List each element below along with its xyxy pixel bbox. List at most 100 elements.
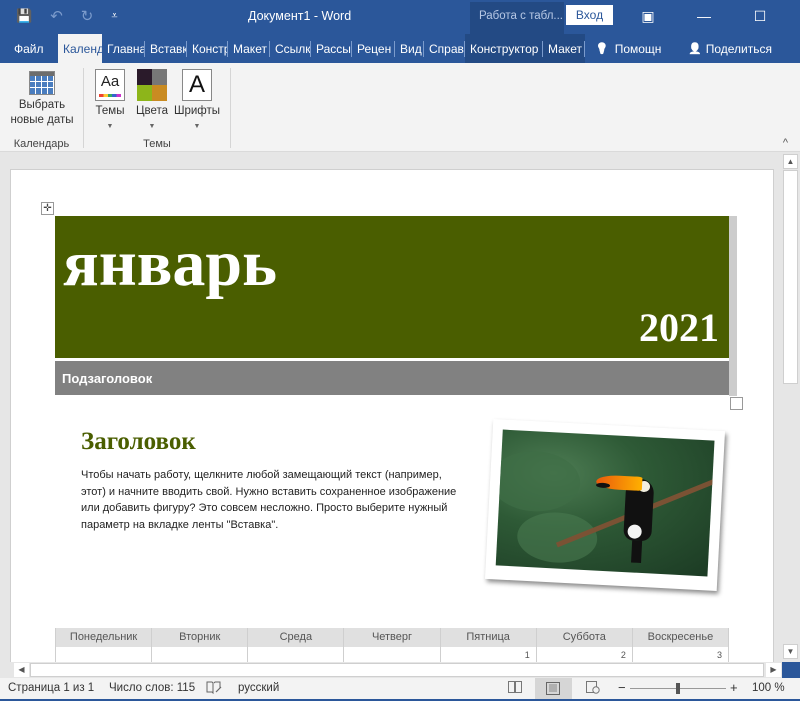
fonts-button[interactable]: A Шрифты ▼ [172,69,222,134]
tab-references[interactable]: Ссылк [270,34,311,63]
scroll-up-icon[interactable]: ▲ [783,154,798,169]
fonts-icon: A [182,69,212,101]
day-cell[interactable]: 2 [535,647,632,663]
minimize-button[interactable]: — [676,0,732,32]
quick-access-toolbar: 💾 ↶ ↻ ⩡ [16,7,118,25]
themes-button[interactable]: Aa Темы ▼ [92,69,128,134]
document-page[interactable]: ✛ январь 2021 Подзаголовок Заголовок Что… [10,169,774,669]
document-area: ✛ январь 2021 Подзаголовок Заголовок Что… [0,152,782,669]
toucan-photo[interactable] [484,419,726,591]
ribbon-tabs: Файл Календ Главна Вставк Констр Макет С… [0,34,800,63]
table-end-marker [729,216,737,396]
close-button[interactable]: ✕ [788,0,800,32]
tab-layout[interactable]: Макет [228,34,270,63]
colors-label: Цвета [135,105,169,117]
subtitle[interactable]: Подзаголовок [55,361,729,395]
day-header[interactable]: Суббота [535,628,632,647]
month-title[interactable]: январь [63,226,277,302]
title-bar: 💾 ↶ ↻ ⩡ Документ1 - Word Работа с табл..… [0,0,800,34]
group-calendar-label: Календарь [13,138,70,150]
chevron-down-icon: ▼ [148,123,156,130]
day-cell[interactable] [55,647,151,663]
zoom-level[interactable]: 100 % [752,682,785,694]
vertical-scroll-thumb[interactable] [783,170,798,384]
tab-insert[interactable]: Вставк [145,34,187,63]
maximize-button[interactable]: ☐ [732,0,788,32]
group-separator [230,68,231,148]
print-layout-button[interactable] [535,678,572,699]
share-label: Поделиться [705,41,772,56]
scroll-down-icon[interactable]: ▼ [783,644,798,659]
day-cell[interactable]: 3 [631,647,729,663]
group-calendar: Выбрать новые даты Календарь [0,63,83,152]
calendar-week-row: 1 2 3 [55,647,729,663]
body-text[interactable]: Чтобы начать работу, щелкните любой заме… [81,467,461,533]
undo-icon[interactable]: ↶ [50,7,63,25]
person-icon: 👤 [688,43,702,55]
themes-icon: Aa [95,69,125,101]
colors-button[interactable]: Цвета ▼ [134,69,170,134]
table-tools-label: Работа с табл... [470,2,564,34]
day-cell[interactable] [247,647,343,663]
day-cell[interactable]: 1 [439,647,536,663]
tab-table-design[interactable]: Конструктор [465,34,543,63]
redo-icon[interactable]: ↻ [81,7,94,25]
tab-review[interactable]: Рецен [352,34,395,63]
collapse-ribbon-icon[interactable]: ^ [783,137,788,149]
day-header[interactable]: Вторник [151,628,248,647]
tab-design[interactable]: Констр [187,34,228,63]
day-header[interactable]: Воскресенье [631,628,729,647]
read-mode-icon[interactable] [508,681,522,696]
zoom-out-button[interactable]: − [618,680,626,695]
calendar-table: Понедельник Вторник Среда Четверг Пятниц… [55,628,729,663]
tab-file[interactable]: Файл [0,34,58,63]
fonts-label: Шрифты [173,105,221,117]
tell-me-label: Помощн [614,41,662,56]
select-new-dates-button[interactable]: Выбрать новые даты [4,71,80,128]
ribbon: Выбрать новые даты Календарь Aa Темы ▼ Ц… [0,63,800,152]
save-icon[interactable]: 💾 [16,8,32,24]
colors-icon [137,69,167,101]
table-resize-handle[interactable] [730,397,743,410]
day-header[interactable]: Понедельник [55,628,152,647]
zoom-in-button[interactable]: + [730,680,738,695]
group-themes-label: Темы [143,138,171,150]
tab-tell-me[interactable]: 💡 Помощн [585,34,683,63]
ribbon-display-options-icon[interactable]: ▣ [620,0,676,32]
tab-home[interactable]: Главна [102,34,145,63]
day-header[interactable]: Четверг [343,628,440,647]
zoom-slider-thumb[interactable] [676,683,680,694]
proofing-icon[interactable] [206,680,222,695]
tab-table-layout[interactable]: Макет [543,34,585,63]
year-title[interactable]: 2021 [639,304,719,351]
day-cell[interactable] [343,647,439,663]
day-header[interactable]: Пятница [439,628,536,647]
day-cell[interactable] [151,647,247,663]
select-new-dates-label1: Выбрать [18,99,66,111]
day-header[interactable]: Среда [247,628,344,647]
share-button[interactable]: 👤 Поделиться [683,34,783,63]
sign-in-button[interactable]: Вход [566,5,613,25]
horizontal-scroll-thumb[interactable] [30,663,764,677]
scroll-left-icon[interactable]: ◀ [14,663,29,677]
tab-mailings[interactable]: Рассы [311,34,352,63]
word-count[interactable]: Число слов: 115 [109,682,195,694]
calendar-icon [29,71,55,95]
scroll-right-icon[interactable]: ▶ [766,663,781,677]
themes-label: Темы [95,105,125,117]
web-layout-icon[interactable] [586,681,600,697]
table-move-handle-icon[interactable]: ✛ [41,202,54,215]
tab-view[interactable]: Вид [395,34,424,63]
group-themes: Aa Темы ▼ Цвета ▼ A Шрифты ▼ Темы [84,63,230,152]
vertical-scrollbar[interactable]: ▲ ▼ [782,152,800,662]
tab-help[interactable]: Справ [424,34,465,63]
horizontal-scrollbar[interactable]: ◀ ▶ [14,662,782,678]
language-indicator[interactable]: русский [238,682,279,694]
page-count[interactable]: Страница 1 из 1 [8,682,94,694]
toucan-image [495,429,715,577]
tab-calendar[interactable]: Календ [58,34,102,63]
section-heading[interactable]: Заголовок [81,428,196,456]
customize-toolbar-icon[interactable]: ⩡ [111,10,117,23]
chevron-down-icon: ▼ [106,123,114,130]
lightbulb-icon: 💡 [595,43,609,55]
